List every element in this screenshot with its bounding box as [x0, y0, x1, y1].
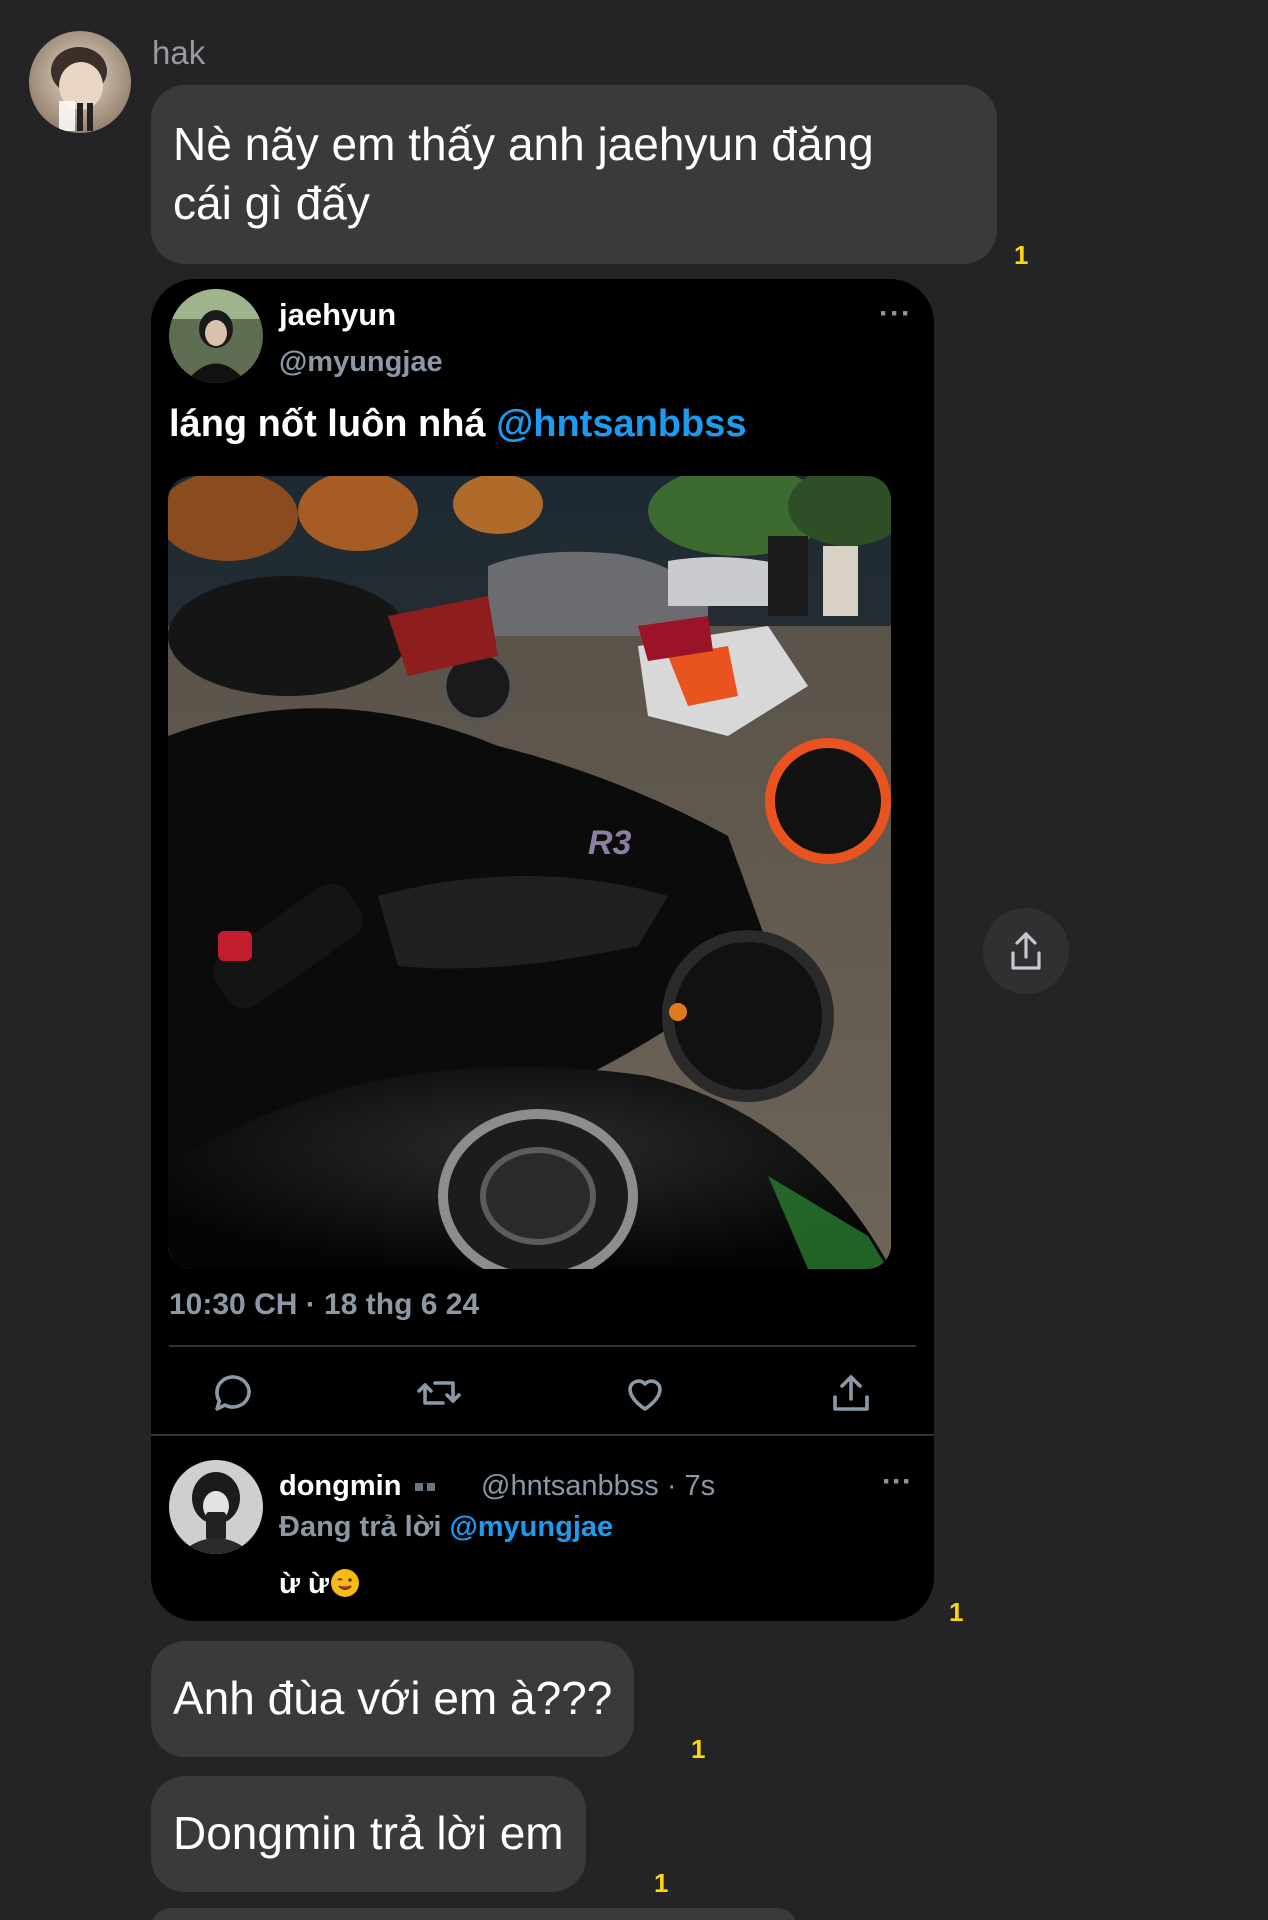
message-bubble[interactable]: Nè nãy em thấy anh jaehyun đăng cái gì đ…: [151, 85, 997, 264]
sender-name: hak: [152, 34, 206, 71]
tweet-timestamp: 10:30 CH · 18 thg 6 24: [169, 1288, 480, 1321]
replying-prefix: Đang trả lời: [279, 1511, 450, 1543]
read-receipt: 1: [1014, 240, 1029, 270]
message-bubble[interactable]: Dongmin trả lời em: [151, 1776, 586, 1892]
retweet-icon[interactable]: [415, 1369, 463, 1417]
message-text-line: Nè nãy em thấy anh jaehyun đăng: [173, 118, 874, 170]
replying-to: Đang trả lời @myungjae: [279, 1511, 613, 1544]
message-bubble-partial[interactable]: [151, 1908, 797, 1920]
message-text: Anh đùa với em à???: [173, 1672, 613, 1724]
divider: [151, 1434, 934, 1436]
chat-screen: hak Nè nãy em thấy anh jaehyun đăng cái …: [0, 0, 1268, 1920]
share-button[interactable]: [983, 908, 1069, 994]
reply-author-avatar[interactable]: [169, 1460, 263, 1554]
sender-avatar[interactable]: [29, 31, 131, 133]
verified-badge-icon: [415, 1483, 440, 1492]
share-icon[interactable]: [827, 1369, 875, 1417]
tweet-author-avatar[interactable]: [169, 289, 263, 383]
tweet-author-handle: @myungjae: [279, 346, 443, 378]
tweet-author-name: jaehyun: [279, 297, 397, 332]
message-text-line: cái gì đấy: [173, 177, 370, 229]
read-receipt: 1: [691, 1734, 706, 1764]
reply-author-name-text: dongmin: [279, 1470, 402, 1502]
reply-author-name: dongmin: [279, 1470, 440, 1503]
reply-text: ừ ừ: [279, 1568, 360, 1601]
tweet-mention[interactable]: @hntsanbbss: [496, 403, 746, 445]
replying-to-mention[interactable]: @myungjae: [449, 1511, 613, 1543]
read-receipt: 1: [949, 1597, 964, 1627]
svg-text:R3: R3: [588, 824, 632, 862]
tweet-text: láng nốt luôn nhá @hntsanbbss: [169, 403, 747, 446]
message-bubble[interactable]: Anh đùa với em à???: [151, 1641, 635, 1757]
message-text: Dongmin trả lời em: [173, 1807, 564, 1859]
tweet-body: láng nốt luôn nhá: [169, 403, 497, 445]
more-options-icon[interactable]: ···: [882, 1465, 912, 1499]
read-receipt: 1: [654, 1868, 669, 1898]
like-icon[interactable]: [621, 1369, 669, 1417]
shared-tweet-card[interactable]: jaehyun @myungjae ··· láng nốt luôn nhá …: [151, 279, 934, 1621]
reply-icon[interactable]: [209, 1369, 257, 1417]
divider: [169, 1345, 916, 1347]
winking-face-emoji-icon: [331, 1569, 360, 1597]
reply-handle-time: @hntsanbbss · 7s: [481, 1470, 716, 1502]
reply-body: ừ ừ: [279, 1568, 330, 1600]
more-options-icon[interactable]: ···: [879, 297, 912, 331]
tweet-photo[interactable]: R3: [168, 476, 891, 1269]
